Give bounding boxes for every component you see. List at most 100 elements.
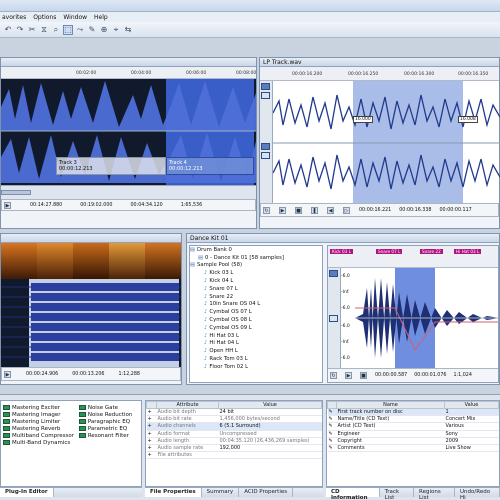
cut-icon[interactable]: ✂ [27, 25, 37, 35]
scrub-icon[interactable]: ⇆ [123, 25, 133, 35]
undo-icon[interactable]: ↶ [3, 25, 13, 35]
stop-icon[interactable]: ■ [295, 206, 302, 214]
table-row[interactable]: ✎ Artist (CD Text) Various [327, 422, 499, 431]
tree-item[interactable]: ♪ Kick 03 L [190, 269, 322, 277]
crossfade-icon[interactable]: ⧖ [39, 25, 49, 35]
envelope-tool-icon[interactable]: ⤳ [75, 25, 85, 35]
tab-file-properties[interactable]: File Properties [145, 488, 202, 497]
tree-item[interactable]: ▤ 0 - Dance Kit 01 [58 samples] [190, 254, 322, 262]
tree-item[interactable]: ▤ Sample Pool (58) [190, 262, 322, 270]
tree-item[interactable]: ♪ Snare 07 L [190, 285, 322, 293]
tab-acid-properties[interactable]: ACID Properties [239, 488, 294, 497]
channel-mute-icon[interactable] [261, 152, 270, 159]
tree-item[interactable]: ♪ Kick 04 L [190, 277, 322, 285]
loop-icon[interactable]: ↻ [330, 372, 337, 379]
effect-item[interactable]: Mastering Exciter [3, 404, 75, 411]
tree-item[interactable]: ♪ Floor Tom 02 L [190, 363, 322, 371]
table-row[interactable]: ✎ Engineer Sony [327, 430, 499, 438]
track4-region[interactable]: Track 4 00:00:12.213 [166, 157, 254, 175]
table-row[interactable]: ✎ Copyright 2009 [327, 437, 499, 445]
channel-mute-icon[interactable] [261, 92, 270, 99]
pencil-tool-icon[interactable]: ✎ [87, 25, 97, 35]
sample-marker[interactable]: Snare 07 L [376, 249, 403, 254]
column-header[interactable]: Name [336, 401, 445, 409]
sample-marker[interactable]: Hi Hat 03 L [454, 249, 482, 254]
table-row[interactable]: + Audio channels 6 (5.1 Surround) [146, 422, 322, 431]
channel-toggle-icon[interactable] [261, 83, 270, 90]
tree-item[interactable]: ♪ Cymbal OS 09 L [190, 324, 322, 332]
tree-item[interactable]: ♪ Rack Tom 03 L [190, 355, 322, 363]
column-header[interactable]: Attribute [156, 401, 219, 409]
menu-options[interactable]: Options [33, 14, 56, 21]
scroll-thumb[interactable] [1, 190, 31, 195]
channel-toggle-icon[interactable] [329, 315, 338, 322]
column-header[interactable]: Value [444, 401, 499, 409]
table-row[interactable]: + Audio format Uncompressed [146, 430, 322, 438]
tab-plugin-editor[interactable]: Plug-In Editor [0, 488, 54, 497]
sample-marker[interactable]: Kick 03 L [330, 249, 353, 254]
tree-item[interactable]: ♪ Hi Hat 03 L [190, 332, 322, 340]
column-header[interactable]: Value [218, 401, 322, 409]
effect-item[interactable]: Multiband Compressor [3, 432, 75, 439]
track3-region[interactable]: Track 3 00:00:12.213 [56, 157, 166, 175]
edit-tool-icon[interactable]: ⬚ [63, 24, 73, 35]
tree-item[interactable]: ♪ Hi Hat 04 L [190, 340, 322, 348]
play-icon[interactable]: ▶ [4, 370, 11, 378]
effect-item[interactable]: Noise Gate [78, 404, 139, 411]
menu-window[interactable]: Window [63, 14, 87, 21]
snap-icon[interactable]: ⌖ [111, 25, 121, 35]
table-row[interactable]: + Audio sample rate 192,000 [146, 444, 322, 453]
video-audio-waveform[interactable] [1, 279, 181, 367]
play-icon[interactable]: ▶ [345, 372, 352, 379]
tab-summary[interactable]: Summary [202, 488, 240, 497]
redo-icon[interactable]: ↷ [15, 25, 25, 35]
pause-icon[interactable]: ❚ [311, 206, 318, 214]
menu-favorites[interactable]: avorites [2, 14, 26, 21]
play-icon[interactable]: ▶ [279, 206, 286, 214]
tree-item[interactable]: ▤ Drum Bank 0 [190, 246, 322, 254]
tab-undo-redo-history[interactable]: Undo/Redo Hi [455, 488, 500, 500]
table-row[interactable]: ✎ First track number on disc 1 [327, 408, 499, 417]
tree-item[interactable]: ♪ Snare 22 [190, 293, 322, 301]
table-row[interactable]: + File attributes [146, 451, 322, 460]
effect-item[interactable]: Multi-Band Dynamics [3, 439, 75, 446]
zoom-icon[interactable]: ⌕ [51, 25, 61, 35]
effect-item[interactable]: Mastering Imager [3, 411, 75, 418]
loop-icon[interactable]: ↻ [263, 206, 270, 214]
play-icon[interactable]: ▶ [4, 201, 11, 209]
stop-icon[interactable]: ■ [360, 372, 367, 379]
channel-toggle-icon[interactable] [329, 270, 338, 277]
sample-marker[interactable]: Snare 22 [420, 249, 443, 254]
lp-marker-label[interactable]: 16.000 [353, 116, 373, 123]
db-scale: -6.0 -Inf. -6.0 -6.0 -Inf. -6.0 [341, 268, 355, 368]
effect-item[interactable]: Parametric EQ [78, 425, 139, 432]
forward-icon[interactable]: ▷ [343, 206, 350, 214]
table-row[interactable]: + Audio length 00:04:35.120 (26,436,269 sa… [146, 437, 322, 445]
rewind-icon[interactable]: ◀ [327, 206, 334, 214]
effect-item[interactable]: Mastering Limiter [3, 418, 75, 425]
table-row[interactable]: ✎ Comments Live Show [327, 444, 499, 453]
lp-marker-label[interactable]: 16.008 [458, 116, 478, 123]
effect-item[interactable]: Resonant Filter [78, 432, 139, 439]
tab-cd-information[interactable]: CD Information [326, 488, 380, 500]
tree-item[interactable]: ♪ Cymbal OS 08 L [190, 316, 322, 324]
table-row[interactable]: ✎ Name/Title (CD Text) Concert Mix [327, 415, 499, 424]
main-scrollbar[interactable] [1, 185, 256, 199]
menu-help[interactable]: Help [94, 14, 108, 21]
lp-track-window: LP Track.wav 00:00:16.200 00:00:16.250 0… [259, 57, 500, 229]
tree-item[interactable]: ♪ Open HH L [190, 347, 322, 355]
tree-item[interactable]: ♪ 10in Snare OS 04 L [190, 301, 322, 309]
tab-track-list[interactable]: Track List [380, 488, 415, 500]
magnify-tool-icon[interactable]: ⊕ [99, 25, 109, 35]
tree-item[interactable]: ♪ Cymbal OS 07 L [190, 308, 322, 316]
drum-waveform-area[interactable] [355, 268, 498, 368]
effect-item[interactable]: Noise Reduction [78, 411, 139, 418]
lp-waveform-area[interactable]: 16.000 16.008 [273, 81, 500, 203]
table-row[interactable]: + Audio bit depth 24 bit [146, 408, 322, 417]
table-row[interactable]: + Audio bit rate 1,456,000 bytes/second [146, 415, 322, 424]
main-waveform-area[interactable]: Track 3 00:00:12.213 Track 4 00:00:12.21… [1, 79, 256, 185]
effect-item[interactable]: Paragraphic EQ [78, 418, 139, 425]
tab-regions-list[interactable]: Regions List [414, 488, 456, 500]
effect-item[interactable]: Mastering Reverb [3, 425, 75, 432]
channel-toggle-icon[interactable] [261, 143, 270, 150]
